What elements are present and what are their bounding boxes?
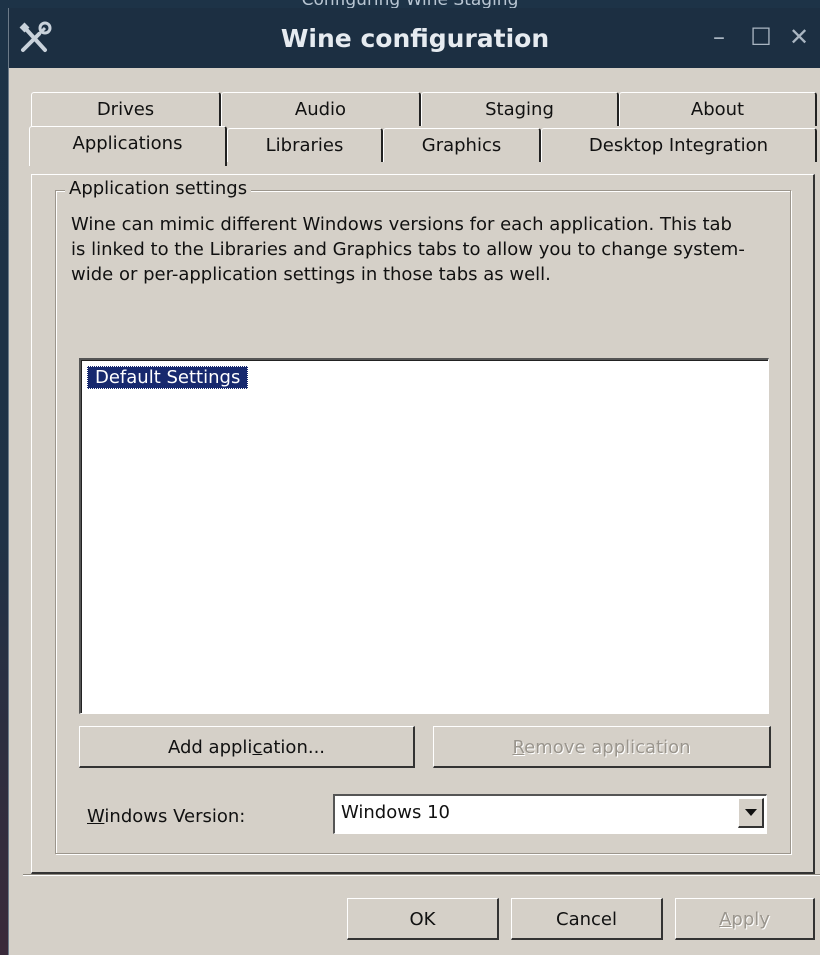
list-item[interactable]: Default Settings: [87, 366, 249, 389]
application-list[interactable]: Default Settings: [79, 358, 769, 714]
tools-icon: [19, 21, 52, 52]
remove-application-button[interactable]: Remove application: [433, 726, 771, 768]
apply-button[interactable]: Apply: [675, 898, 815, 940]
chevron-down-icon[interactable]: [738, 798, 764, 828]
close-button[interactable]: ✕: [785, 22, 813, 52]
maximize-button[interactable]: ☐: [747, 22, 775, 52]
title-bar[interactable]: Wine configuration – ☐ ✕: [9, 8, 820, 68]
ok-button[interactable]: OK: [347, 898, 499, 940]
add-application-button[interactable]: Add application...: [79, 726, 415, 768]
windows-version-value: Windows 10: [341, 802, 450, 823]
minimize-button[interactable]: –: [705, 22, 733, 52]
window-title: Wine configuration: [280, 24, 550, 53]
tab-audio[interactable]: Audio: [221, 92, 421, 126]
tab-desktop-integration[interactable]: Desktop Integration: [541, 128, 817, 162]
wine-config-window: Wine configuration – ☐ ✕ Drives Audio St…: [8, 8, 820, 955]
tab-graphics[interactable]: Graphics: [383, 128, 541, 162]
windows-version-label: Windows Version:: [87, 806, 246, 827]
cancel-button[interactable]: Cancel: [511, 898, 663, 940]
windows-version-select[interactable]: Windows 10: [333, 794, 767, 834]
footer-separator: [23, 874, 820, 876]
description-text: Wine can mimic different Windows version…: [71, 214, 745, 285]
tab-about[interactable]: About: [619, 92, 817, 126]
tab-staging[interactable]: Staging: [421, 92, 619, 126]
tab-applications[interactable]: Applications: [29, 126, 227, 166]
tab-libraries[interactable]: Libraries: [227, 128, 383, 162]
tab-drives[interactable]: Drives: [31, 92, 221, 126]
group-label: Application settings: [65, 178, 252, 199]
